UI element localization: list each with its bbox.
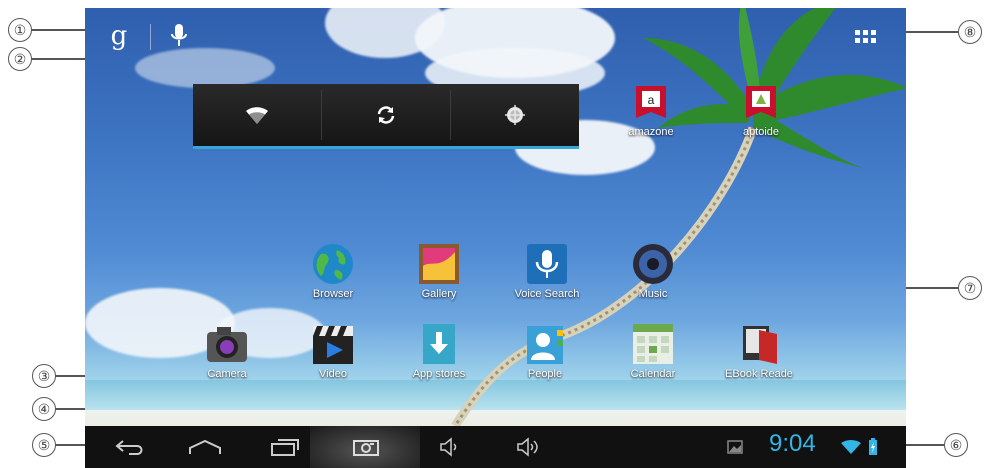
tablet-home-screen: g a amazone aptoide Browser Gallery Voic…: [85, 8, 906, 468]
brightness-toggle[interactable]: [451, 84, 579, 146]
search-bar: g: [95, 16, 195, 56]
screenshot-icon: [353, 440, 379, 456]
volume-down-icon: [440, 437, 457, 457]
volume-up-button[interactable]: [511, 426, 547, 468]
recent-apps-icon: [271, 439, 299, 456]
back-button[interactable]: [105, 426, 155, 468]
wifi-icon: [246, 107, 268, 124]
volume-up-icon: [517, 437, 538, 457]
microphone-icon: [171, 24, 187, 46]
sync-icon: [377, 106, 395, 124]
brightness-icon: [505, 105, 525, 125]
app-browser[interactable]: Browser: [293, 242, 373, 300]
aptoide-icon: [746, 86, 776, 118]
app-video[interactable]: Video: [293, 322, 373, 380]
ebook-icon: [743, 326, 777, 364]
all-apps-button[interactable]: [855, 30, 879, 50]
callout-8: ⑧: [958, 20, 982, 44]
app-label: Camera: [207, 368, 247, 380]
app-label: Music: [638, 288, 668, 300]
app-label: Video: [319, 368, 347, 380]
desktop-icon-aptoide[interactable]: aptoide: [721, 86, 801, 138]
app-people[interactable]: People: [505, 322, 585, 380]
callout-7: ⑦: [958, 276, 982, 300]
callout-3: ③: [32, 364, 56, 388]
system-bar: 9:04: [85, 426, 906, 468]
svg-text:a: a: [648, 93, 655, 107]
desktop-icon-label: amazone: [628, 126, 674, 138]
app-label: Browser: [312, 288, 354, 300]
app-camera[interactable]: Camera: [187, 322, 267, 380]
download-icon: [423, 324, 455, 364]
callout-5: ⑤: [32, 433, 56, 457]
voice-search-button[interactable]: [155, 16, 203, 56]
home-button[interactable]: [185, 426, 225, 468]
clapperboard-icon: [313, 326, 353, 364]
power-control-widget: [193, 84, 579, 149]
voice-search-icon: [527, 244, 567, 284]
app-label: People: [527, 368, 563, 380]
callout-1: ①: [8, 18, 32, 42]
sync-toggle[interactable]: [322, 84, 450, 146]
volume-down-button[interactable]: [431, 426, 467, 468]
app-calendar[interactable]: Calendar: [613, 322, 693, 380]
calendar-icon: [633, 324, 673, 364]
desktop-icon-label: aptoide: [742, 126, 780, 138]
back-icon: [115, 440, 143, 455]
globe-icon: [313, 244, 353, 284]
wifi-signal-icon: [841, 440, 861, 454]
amazon-icon: a: [636, 86, 666, 118]
status-clock[interactable]: 9:04: [769, 430, 816, 458]
app-label: Voice Search: [514, 288, 580, 300]
callout-2: ②: [8, 47, 32, 71]
image-notification-icon: [727, 440, 743, 454]
recent-apps-button[interactable]: [265, 426, 305, 468]
speaker-icon: [633, 244, 673, 284]
gallery-icon: [419, 244, 459, 284]
app-voice-search[interactable]: Voice Search: [507, 242, 587, 300]
notification-image[interactable]: [725, 426, 745, 468]
callout-6: ⑥: [944, 433, 968, 457]
wifi-status: [839, 426, 863, 468]
app-music[interactable]: Music: [613, 242, 693, 300]
screenshot-button[interactable]: [348, 426, 384, 468]
camera-icon: [207, 327, 247, 362]
app-label: Gallery: [421, 288, 457, 300]
app-label: EBook Reade: [725, 368, 793, 380]
callout-line-1: [31, 29, 89, 31]
app-app-stores[interactable]: App stores: [399, 322, 479, 380]
app-label: Calendar: [630, 368, 676, 380]
google-search-icon: g: [110, 21, 128, 51]
battery-status: [865, 426, 881, 468]
callout-4: ④: [32, 397, 56, 421]
app-ebook-reader[interactable]: EBook Reade: [719, 322, 799, 380]
wifi-toggle[interactable]: [193, 84, 321, 146]
home-icon: [189, 439, 221, 454]
app-label: App stores: [412, 368, 466, 380]
google-search-button[interactable]: g: [95, 16, 143, 56]
desktop-icon-amazone[interactable]: a amazone: [611, 86, 691, 138]
contacts-icon: [527, 326, 563, 364]
app-gallery[interactable]: Gallery: [399, 242, 479, 300]
battery-charging-icon: [869, 438, 877, 455]
